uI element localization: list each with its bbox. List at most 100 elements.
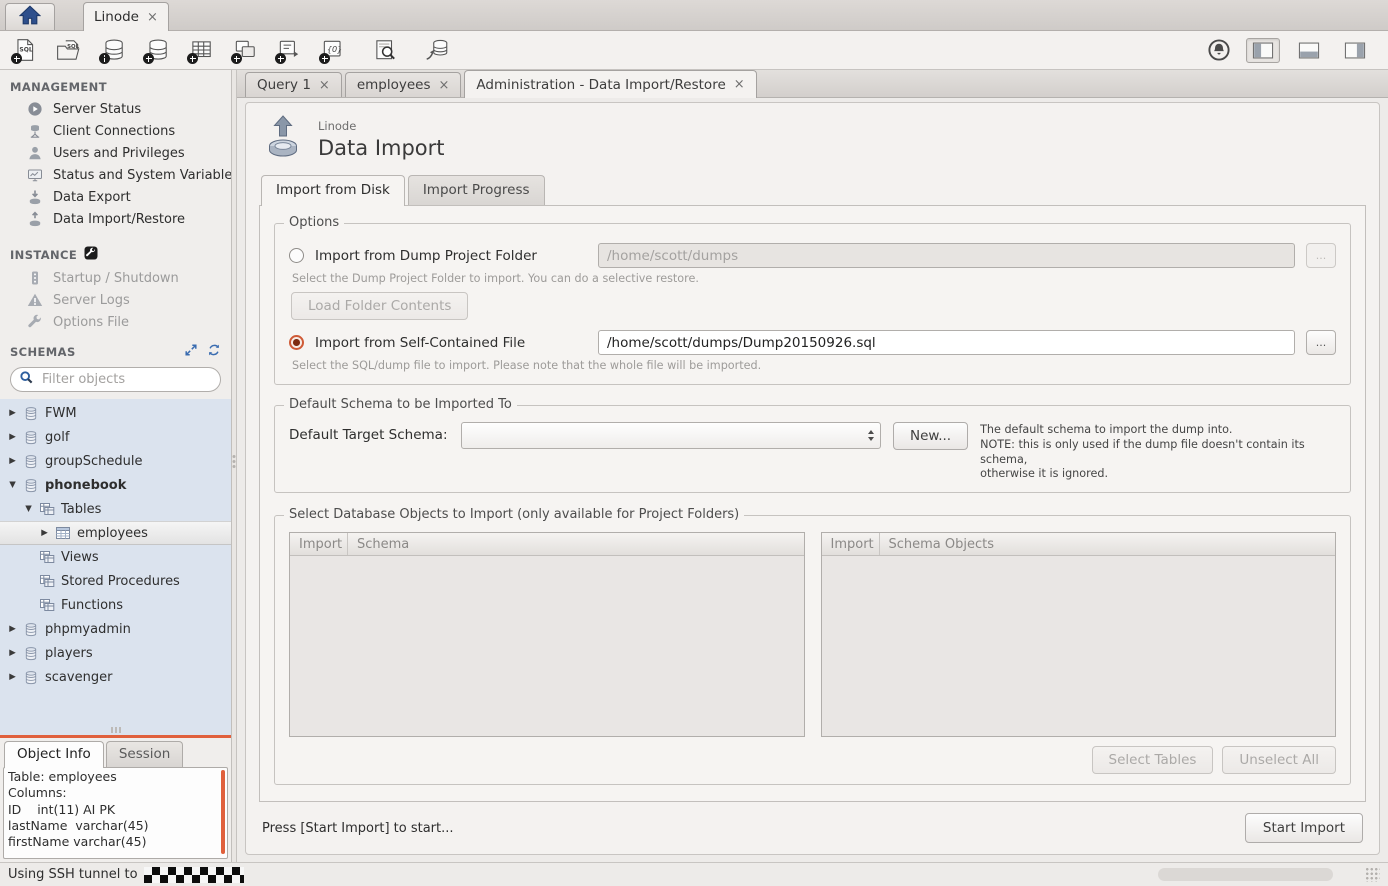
sidebar-item-label: Data Export bbox=[53, 190, 131, 205]
dump-folder-path-input[interactable] bbox=[598, 243, 1295, 268]
expander-collapsed-icon[interactable]: ▶ bbox=[7, 408, 18, 418]
column-header-import[interactable]: Import bbox=[822, 533, 880, 555]
tables-folder-icon bbox=[39, 502, 56, 517]
search-objects-icon[interactable] bbox=[370, 36, 400, 64]
import-from-disk-content: Options Import from Dump Project Folder … bbox=[259, 205, 1366, 802]
sidebar-item-server-status[interactable]: Server Status bbox=[0, 98, 231, 120]
tree-item-fwm[interactable]: ▶ FWM bbox=[0, 401, 231, 425]
tab-object-info[interactable]: Object Info bbox=[4, 741, 104, 768]
tab-administration-data-import[interactable]: Administration - Data Import/Restore × bbox=[464, 70, 756, 98]
schema-inspector-icon[interactable] bbox=[98, 36, 128, 64]
schema-filter-input[interactable] bbox=[40, 371, 212, 388]
close-icon[interactable]: × bbox=[734, 78, 745, 91]
tree-item-phonebook[interactable]: ▼ phonebook bbox=[0, 473, 231, 497]
import-self-contained-radio[interactable] bbox=[289, 335, 304, 350]
connection-tab-linode[interactable]: Linode × bbox=[83, 2, 169, 31]
tree-item-stored-procedures[interactable]: Stored Procedures bbox=[0, 569, 231, 593]
connection-tab-label: Linode bbox=[94, 9, 139, 25]
reconnect-db-icon[interactable] bbox=[422, 36, 452, 64]
sidebar-item-status-variables[interactable]: Status and System Variables bbox=[0, 164, 231, 186]
column-header-schema[interactable]: Schema bbox=[348, 537, 409, 552]
create-schema-icon[interactable] bbox=[142, 36, 172, 64]
self-contained-file-input[interactable] bbox=[598, 330, 1295, 355]
sidebar-vertical-splitter[interactable] bbox=[232, 70, 237, 862]
tree-item-views[interactable]: Views bbox=[0, 545, 231, 569]
import-dump-folder-radio[interactable] bbox=[289, 248, 304, 263]
table-body-empty bbox=[290, 556, 804, 736]
expander-collapsed-icon[interactable]: ▶ bbox=[7, 672, 18, 682]
default-target-schema-combo[interactable] bbox=[461, 422, 881, 449]
tab-query-1[interactable]: Query 1 × bbox=[245, 72, 342, 97]
toggle-left-panel-button[interactable] bbox=[1246, 38, 1280, 63]
default-schema-note: The default schema to import the dump in… bbox=[980, 422, 1336, 482]
column-header-import[interactable]: Import bbox=[290, 533, 348, 555]
refresh-schemas-icon[interactable] bbox=[207, 343, 221, 361]
expander-collapsed-icon[interactable]: ▶ bbox=[39, 528, 50, 538]
expander-collapsed-icon[interactable]: ▶ bbox=[7, 624, 18, 634]
new-schema-button[interactable]: New... bbox=[893, 422, 968, 450]
sidebar-item-server-logs[interactable]: Server Logs bbox=[0, 289, 231, 311]
sidebar-item-label: Server Status bbox=[53, 102, 141, 117]
sidebar-item-label: Startup / Shutdown bbox=[53, 271, 179, 286]
expander-collapsed-icon[interactable]: ▶ bbox=[7, 648, 18, 658]
sidebar-horizontal-splitter[interactable] bbox=[0, 735, 231, 738]
server-status-icon bbox=[27, 101, 44, 117]
expander-expanded-icon[interactable]: ▼ bbox=[7, 480, 18, 490]
tree-item-label: phpmyadmin bbox=[45, 622, 131, 637]
tab-session[interactable]: Session bbox=[106, 741, 184, 767]
tree-item-players[interactable]: ▶ players bbox=[0, 641, 231, 665]
toggle-right-panel-button[interactable] bbox=[1338, 38, 1372, 63]
open-sql-script-icon[interactable] bbox=[54, 36, 84, 64]
sidebar-item-label: Users and Privileges bbox=[53, 146, 185, 161]
browse-folder-button[interactable]: ... bbox=[1306, 243, 1336, 268]
close-icon[interactable]: × bbox=[319, 79, 330, 92]
load-folder-contents-button[interactable]: Load Folder Contents bbox=[291, 292, 468, 320]
combo-spinner-icon[interactable] bbox=[868, 423, 874, 448]
tab-import-from-disk[interactable]: Import from Disk bbox=[261, 175, 405, 206]
tab-employees[interactable]: employees × bbox=[345, 72, 462, 97]
expand-panel-icon[interactable] bbox=[184, 343, 198, 361]
create-view-icon[interactable] bbox=[230, 36, 260, 64]
instance-section-title: INSTANCE bbox=[0, 230, 231, 267]
new-sql-tab-icon[interactable] bbox=[10, 36, 40, 64]
default-schema-legend: Default Schema to be Imported To bbox=[284, 397, 517, 412]
sidebar-item-options-file[interactable]: Options File bbox=[0, 311, 231, 333]
create-procedure-icon[interactable] bbox=[274, 36, 304, 64]
horizontal-scrollbar[interactable] bbox=[1158, 868, 1333, 881]
start-import-button[interactable]: Start Import bbox=[1245, 813, 1363, 843]
home-tab[interactable] bbox=[5, 3, 55, 30]
tree-item-employees[interactable]: ▶ employees bbox=[0, 521, 231, 545]
sidebar-item-data-import[interactable]: Data Import/Restore bbox=[0, 208, 231, 230]
expander-collapsed-icon[interactable]: ▶ bbox=[7, 432, 18, 442]
browse-file-button[interactable]: ... bbox=[1306, 330, 1336, 355]
tab-import-progress[interactable]: Import Progress bbox=[408, 175, 545, 205]
select-tables-button[interactable]: Select Tables bbox=[1092, 746, 1214, 774]
schema-icon bbox=[23, 406, 40, 421]
sidebar-item-startup-shutdown[interactable]: Startup / Shutdown bbox=[0, 267, 231, 289]
tree-item-groupschedule[interactable]: ▶ groupSchedule bbox=[0, 449, 231, 473]
sidebar-item-data-export[interactable]: Data Export bbox=[0, 186, 231, 208]
sidebar-item-users-privileges[interactable]: Users and Privileges bbox=[0, 142, 231, 164]
resize-grip-icon[interactable] bbox=[1365, 867, 1380, 882]
expander-collapsed-icon[interactable]: ▶ bbox=[7, 456, 18, 466]
sidebar-item-label: Server Logs bbox=[53, 293, 130, 308]
tree-item-golf[interactable]: ▶ golf bbox=[0, 425, 231, 449]
object-info-line: firstName varchar(45) bbox=[8, 834, 215, 850]
sidebar-item-label: Status and System Variables bbox=[53, 168, 231, 183]
toggle-bottom-panel-button[interactable] bbox=[1292, 38, 1326, 63]
column-header-schema-objects[interactable]: Schema Objects bbox=[880, 537, 995, 552]
tree-item-scavenger[interactable]: ▶ scavenger bbox=[0, 665, 231, 689]
close-icon[interactable]: × bbox=[147, 11, 158, 24]
info-panel-scrollbar[interactable] bbox=[221, 770, 225, 854]
tree-item-functions[interactable]: Functions bbox=[0, 593, 231, 617]
create-function-icon[interactable] bbox=[318, 36, 348, 64]
tree-item-phpmyadmin[interactable]: ▶ phpmyadmin bbox=[0, 617, 231, 641]
data-export-icon bbox=[27, 189, 44, 205]
close-icon[interactable]: × bbox=[439, 79, 450, 92]
expander-expanded-icon[interactable]: ▼ bbox=[23, 504, 34, 514]
create-table-icon[interactable] bbox=[186, 36, 216, 64]
sidebar-item-client-connections[interactable]: Client Connections bbox=[0, 120, 231, 142]
unselect-all-button[interactable]: Unselect All bbox=[1222, 746, 1336, 774]
alarm-icon[interactable] bbox=[1204, 36, 1234, 64]
tree-item-tables[interactable]: ▼ Tables bbox=[0, 497, 231, 521]
